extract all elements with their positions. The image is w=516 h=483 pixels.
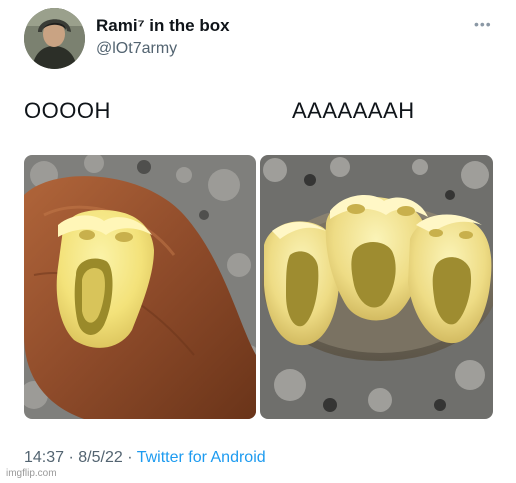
more-dots-icon[interactable]: ••• [474,16,492,32]
meta-separator: · [127,449,133,466]
tweet-date[interactable]: 8/5/22 [78,449,122,466]
avatar-image [24,8,85,69]
user-handle[interactable]: @lOt7army [96,40,177,58]
pasta-spoon-image [24,155,256,419]
photo-right[interactable] [260,155,493,419]
pasta-trio-image [260,155,493,419]
tweet-meta: 14:37 · 8/5/22 · Twitter for Android [24,449,266,467]
tweet-source-link[interactable]: Twitter for Android [137,449,266,466]
caption-left: OOOOH [24,98,111,123]
avatar[interactable] [24,8,85,69]
display-name[interactable]: Rami⁷ in the box [96,16,230,36]
tweet-time[interactable]: 14:37 [24,449,64,466]
watermark: imgflip.com [6,468,57,479]
caption-right: AAAAAAAH [292,98,415,123]
photo-left[interactable] [24,155,256,419]
meta-separator: · [68,449,74,466]
